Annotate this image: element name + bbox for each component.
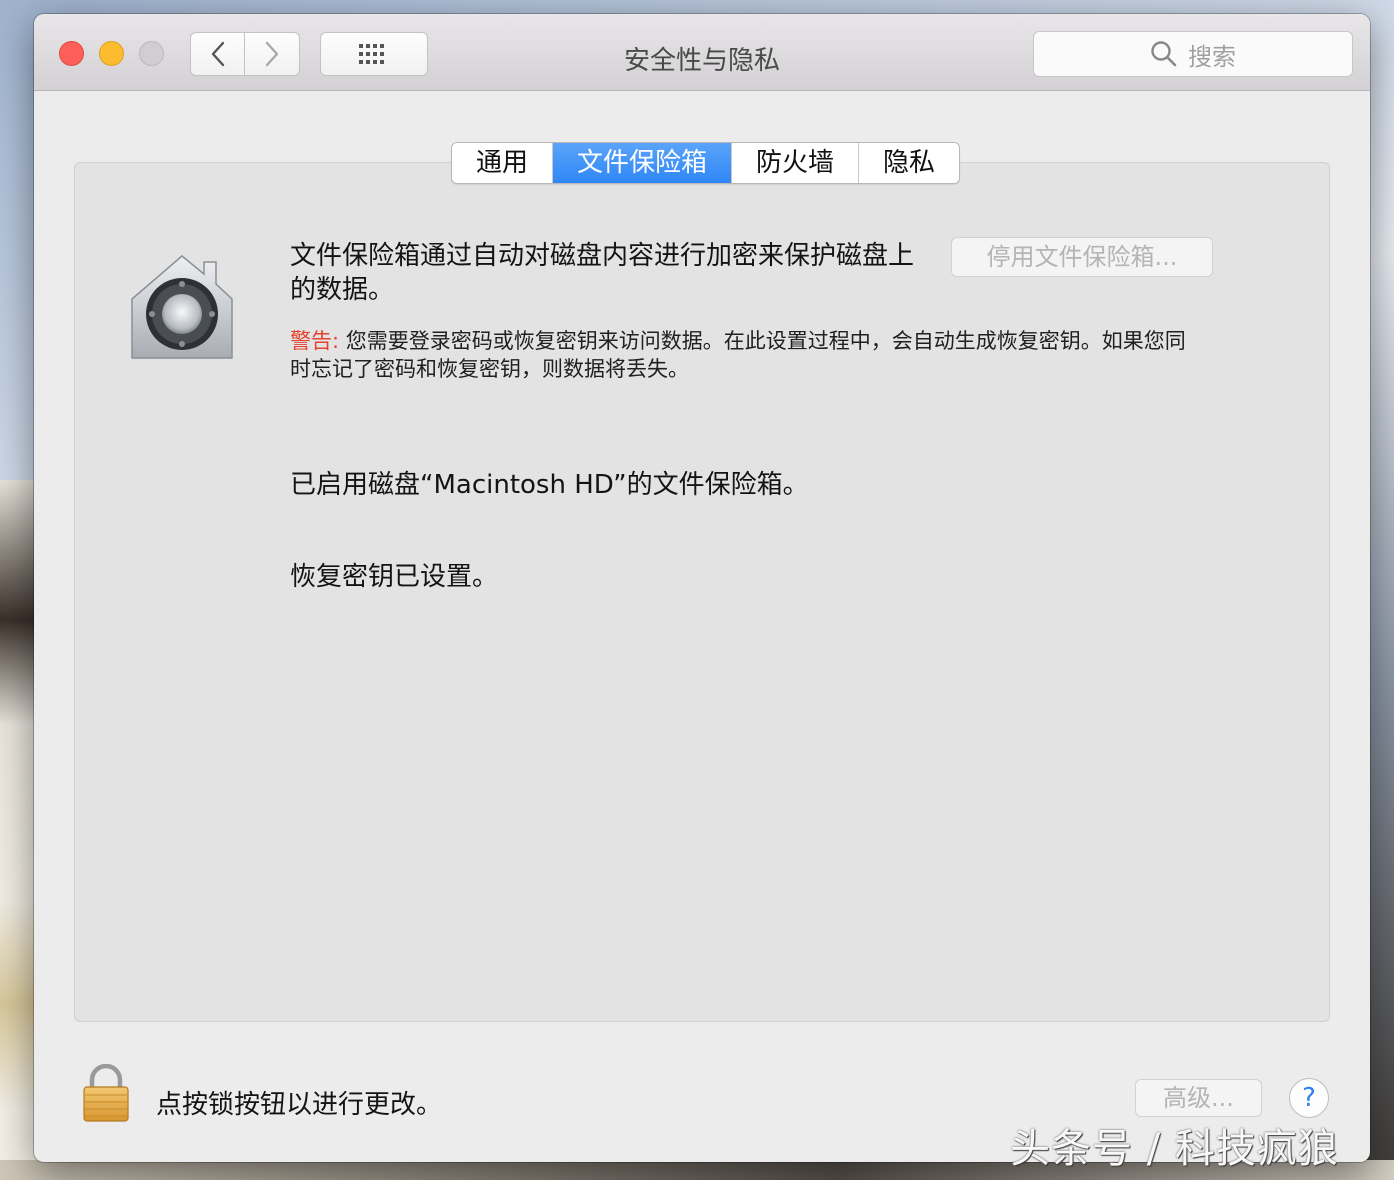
lock-icon[interactable]	[82, 1064, 130, 1122]
warning-message: 警告: 您需要登录密码或恢复密钥来访问数据。在此设置过程中，会自动生成恢复密钥。…	[290, 327, 1200, 383]
filevault-enabled-status: 已启用磁盘“Macintosh HD”的文件保险箱。	[290, 470, 809, 500]
tab-general[interactable]: 通用	[452, 143, 554, 183]
search-field[interactable]: 搜索	[1033, 31, 1353, 77]
tab-bar: 通用 文件保险箱 防火墙 隐私	[451, 142, 961, 184]
filevault-description: 文件保险箱通过自动对磁盘内容进行加密来保护磁盘上的数据。	[290, 241, 915, 305]
tab-privacy[interactable]: 隐私	[859, 143, 960, 183]
recovery-key-status: 恢复密钥已设置。	[290, 562, 499, 592]
filevault-icon	[131, 255, 233, 359]
watermark: 头条号 / 科技疯狼	[1010, 1126, 1339, 1172]
tab-filevault[interactable]: 文件保险箱	[553, 143, 733, 183]
preferences-window: 安全性与隐私 搜索 通用 文件保险箱 防火墙 隐私 文件保险箱通过自动对磁盘内容…	[34, 14, 1370, 1162]
warning-label: 警告:	[290, 329, 340, 353]
search-placeholder: 搜索	[1188, 42, 1236, 71]
warning-text: 您需要登录密码或恢复密钥来访问数据。在此设置过程中，会自动生成恢复密钥。如果您同…	[290, 329, 1186, 381]
title-bar: 安全性与隐私 搜索	[34, 14, 1370, 91]
lock-hint-text: 点按锁按钮以进行更改。	[156, 1090, 443, 1120]
advanced-button[interactable]: 高级...	[1135, 1079, 1262, 1117]
tab-firewall[interactable]: 防火墙	[732, 143, 860, 183]
search-icon	[1151, 41, 1177, 67]
disable-filevault-button[interactable]: 停用文件保险箱...	[951, 237, 1213, 277]
help-button[interactable]: ?	[1289, 1078, 1329, 1118]
